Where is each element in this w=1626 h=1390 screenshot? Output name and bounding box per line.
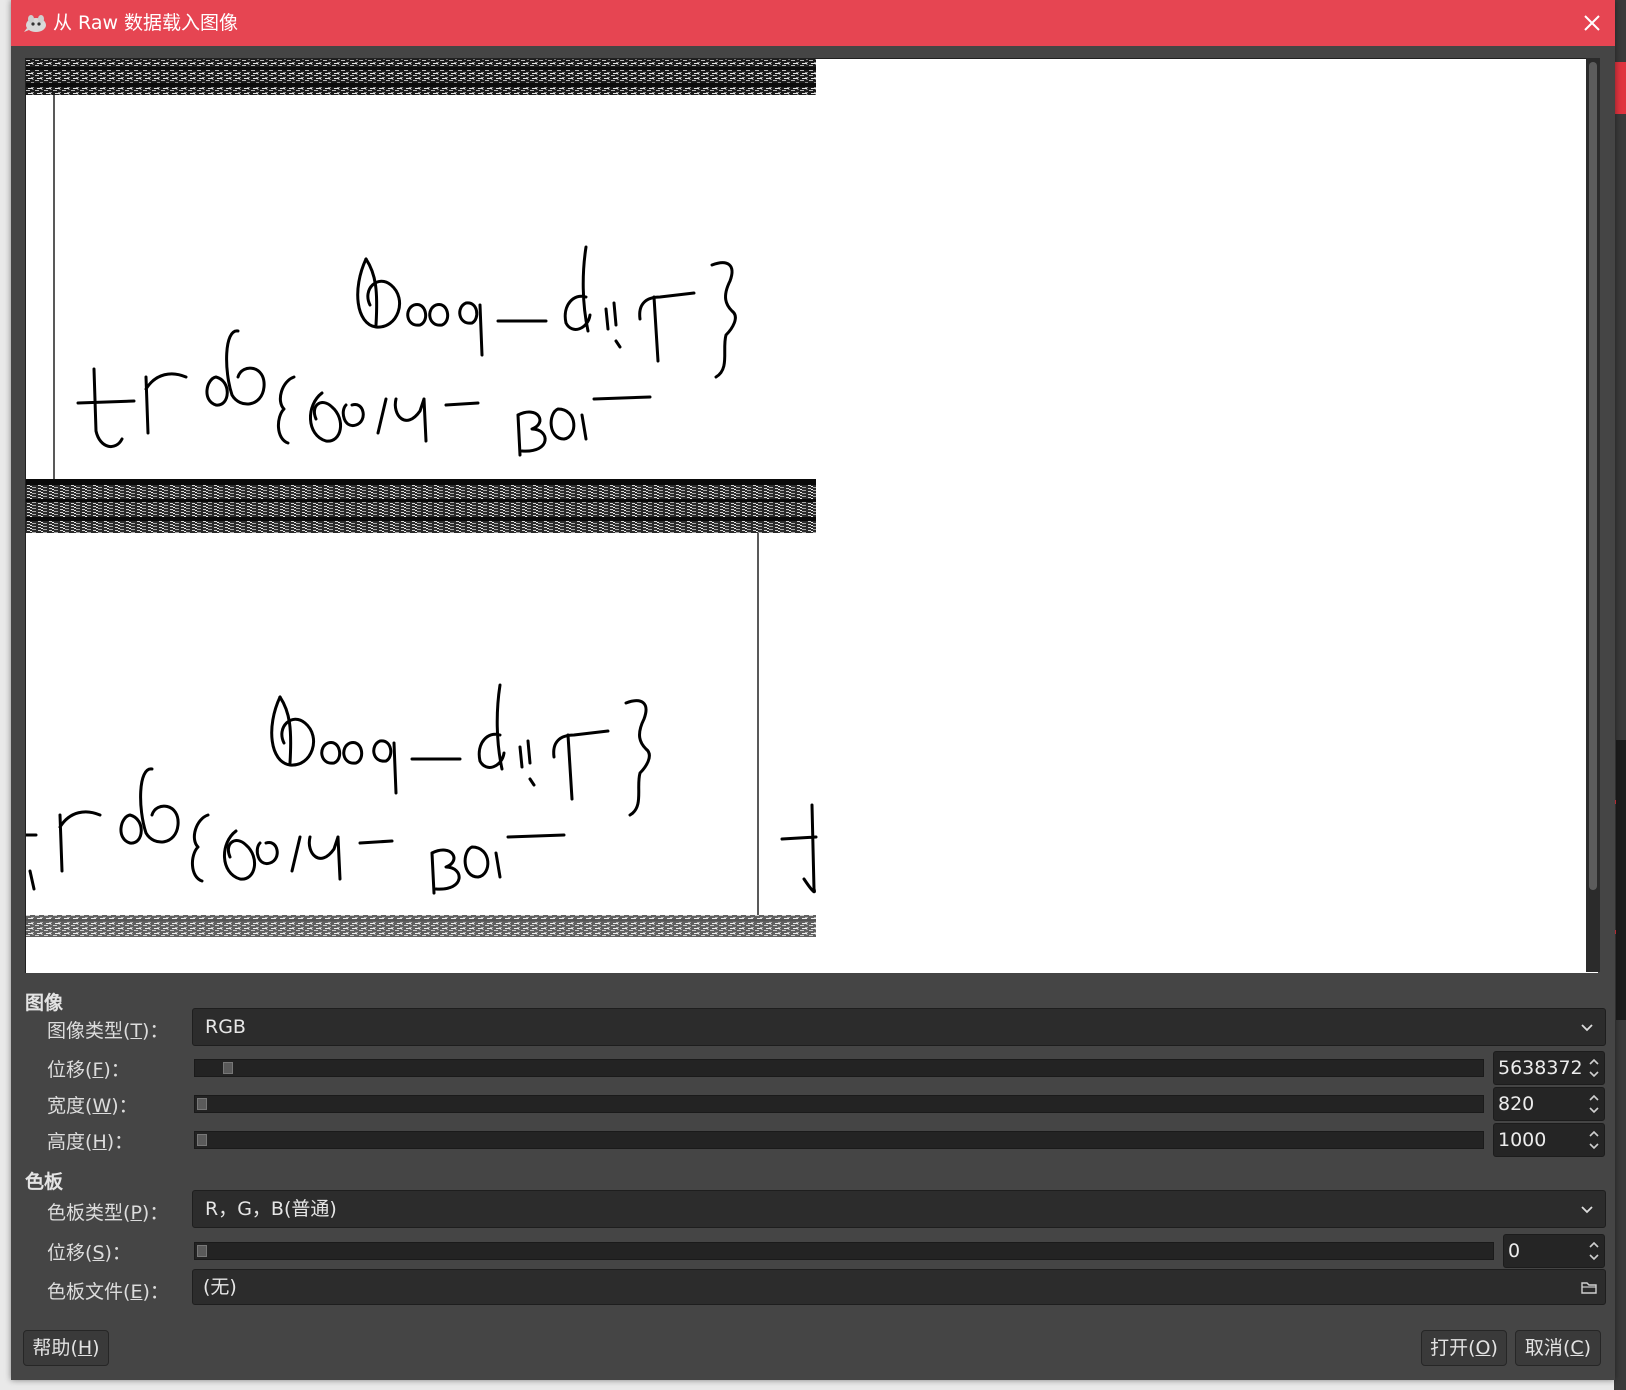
palette-offset-value: 0 [1508, 1240, 1521, 1262]
offset-slider[interactable] [194, 1059, 1484, 1077]
image-section-heading: 图像 [25, 992, 64, 1014]
spin-arrows-icon[interactable] [1586, 1124, 1602, 1156]
image-type-label: 图像类型(T)： [47, 1020, 169, 1042]
width-spinbox[interactable]: 820 [1493, 1087, 1605, 1121]
folder-open-icon[interactable] [1579, 1278, 1599, 1296]
spin-arrows-icon[interactable] [1586, 1052, 1602, 1084]
close-icon[interactable] [1577, 8, 1607, 38]
width-slider[interactable] [194, 1095, 1484, 1113]
palette-section-heading: 色板 [25, 1171, 64, 1193]
cancel-button[interactable]: 取消(C) [1515, 1330, 1601, 1366]
width-label: 宽度(W)： [47, 1095, 138, 1117]
image-type-select[interactable]: RGB [192, 1008, 1606, 1046]
background-accent [1614, 62, 1626, 114]
open-button[interactable]: 打开(O) [1421, 1330, 1507, 1366]
palette-offset-label: 位移(S)： [47, 1242, 131, 1264]
palette-offset-spinbox[interactable]: 0 [1503, 1234, 1605, 1268]
palette-type-select[interactable]: R，G，B(普通) [192, 1190, 1606, 1228]
image-preview[interactable] [25, 58, 1598, 973]
background-window-edge [1614, 0, 1626, 1390]
height-value: 1000 [1498, 1129, 1547, 1151]
chevron-down-icon [1581, 1206, 1593, 1214]
palette-file-chooser[interactable]: (无) [192, 1269, 1606, 1305]
help-button[interactable]: 帮助(H) [23, 1330, 109, 1366]
image-type-value: RGB [205, 1016, 246, 1038]
palette-offset-slider[interactable] [194, 1242, 1494, 1260]
width-value: 820 [1498, 1093, 1535, 1115]
spin-arrows-icon[interactable] [1586, 1235, 1602, 1267]
offset-value: 5638372 [1498, 1057, 1583, 1079]
offset-label: 位移(F)： [47, 1059, 130, 1081]
background-panel [1616, 740, 1626, 1020]
chevron-down-icon [1581, 1024, 1593, 1032]
palette-file-value: (无) [203, 1276, 237, 1298]
slider-handle[interactable] [197, 1245, 207, 1257]
offset-spinbox[interactable]: 5638372 [1493, 1051, 1605, 1085]
window-title: 从 Raw 数据载入图像 [53, 12, 239, 34]
palette-type-label: 色板类型(P)： [47, 1202, 169, 1224]
height-slider[interactable] [194, 1131, 1484, 1149]
slider-handle[interactable] [197, 1098, 207, 1110]
preview-canvas [26, 59, 818, 937]
title-bar[interactable]: 从 Raw 数据载入图像 [11, 0, 1615, 46]
raw-import-dialog: 从 Raw 数据载入图像 图像 图像类型(T)： RGB 位移(F)： 5638… [11, 0, 1615, 1380]
gimp-wilber-icon [24, 15, 46, 32]
spin-arrows-icon[interactable] [1586, 1088, 1602, 1120]
height-label: 高度(H)： [47, 1131, 134, 1153]
slider-handle[interactable] [223, 1062, 233, 1074]
palette-file-label: 色板文件(E)： [47, 1281, 169, 1303]
vertical-scrollbar[interactable] [1586, 58, 1600, 972]
height-spinbox[interactable]: 1000 [1493, 1123, 1605, 1157]
scrollbar-thumb[interactable] [1589, 62, 1597, 890]
slider-handle[interactable] [197, 1134, 207, 1146]
palette-type-value: R，G，B(普通) [205, 1198, 337, 1220]
